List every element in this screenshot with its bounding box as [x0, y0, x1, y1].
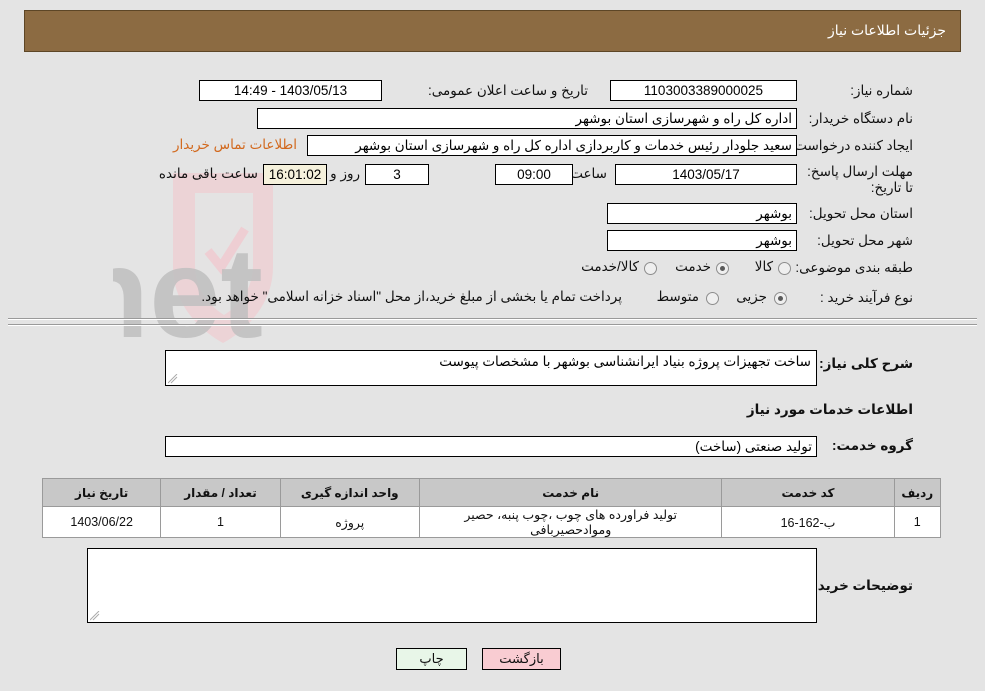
table-header-row: ردیف کد خدمت نام خدمت واحد اندازه گیری ت… [41, 478, 942, 507]
col-qty: تعداد / مقدار [160, 478, 281, 507]
print-button[interactable]: چاپ [396, 648, 467, 670]
service-group-label: گروه خدمت: [831, 438, 913, 453]
category-option-khedmat[interactable]: خدمت [675, 259, 711, 275]
category-label: طبقه بندی موضوعی: [795, 260, 913, 275]
page-root: AriaTender.net جزئیات اطلاعات نیاز شماره… [0, 0, 985, 691]
creator-label: ایجاد کننده درخواست: [790, 138, 913, 153]
need-number-label: شماره نیاز: [850, 83, 913, 98]
col-name: نام خدمت [418, 478, 723, 507]
col-unit: واحد اندازه گیری [279, 478, 420, 507]
creator-value: سعید جلودار رئیس خدمات و کاربردازی اداره… [307, 135, 797, 156]
resize-grip-icon[interactable] [168, 374, 178, 384]
deadline-date-value: 1403/05/17 [615, 164, 797, 185]
time-label: ساعت [570, 166, 607, 181]
back-button[interactable]: بازگشت [482, 648, 561, 670]
cell-name: تولید فراورده های چوب ،چوب پنبه، حصیر وم… [418, 506, 723, 538]
buyer-notes-textarea[interactable] [87, 548, 817, 623]
province-value: بوشهر [607, 203, 797, 224]
cell-row: 1 [893, 506, 942, 538]
announce-label: تاریخ و ساعت اعلان عمومی: [428, 83, 588, 98]
announce-value: 1403/05/13 - 14:49 [199, 80, 382, 101]
city-value: بوشهر [607, 230, 797, 251]
cell-date: 1403/06/22 [41, 506, 162, 538]
cell-unit: پروژه [279, 506, 420, 538]
services-table: ردیف کد خدمت نام خدمت واحد اندازه گیری ت… [41, 478, 942, 538]
category-radio-kala[interactable] [778, 262, 791, 275]
city-label: شهر محل تحویل: [817, 233, 913, 248]
province-label: استان محل تحویل: [808, 206, 913, 221]
process-label: نوع فرآیند خرید : [820, 290, 913, 305]
cell-qty: 1 [160, 506, 281, 538]
window-title-bar: جزئیات اطلاعات نیاز [24, 10, 961, 52]
summary-label: شرح کلی نیاز: [819, 356, 913, 371]
col-row: ردیف [893, 478, 942, 507]
payment-note: پرداخت تمام یا بخشی از مبلغ خرید،از محل … [201, 289, 622, 304]
divider-top-2 [8, 324, 977, 326]
cell-code: ب-162-16 [721, 506, 895, 538]
process-radio-jozei[interactable] [774, 292, 787, 305]
buyer-org-label: نام دستگاه خریدار: [808, 111, 913, 126]
remaining-label: ساعت باقی مانده [158, 166, 258, 181]
category-radio-khedmat[interactable] [716, 262, 729, 275]
category-option-kala-khedmat[interactable]: کالا/خدمت [581, 259, 639, 275]
divider-top [8, 318, 977, 320]
remaining-days-value: 3 [365, 164, 429, 185]
category-radio-kala-khedmat[interactable] [644, 262, 657, 275]
deadline-label: مهلت ارسال پاسخ: تا تاریخ: [807, 164, 913, 195]
summary-value: ساخت تجهیزات پروژه بنیاد ایرانشناسی بوشه… [439, 354, 811, 369]
col-date: تاریخ نیاز [41, 478, 162, 507]
services-section-title: اطلاعات خدمات مورد نیاز [746, 402, 913, 417]
summary-textarea[interactable]: ساخت تجهیزات پروژه بنیاد ایرانشناسی بوشه… [165, 350, 817, 386]
page-title: جزئیات اطلاعات نیاز [827, 22, 946, 38]
deadline-time-value: 09:00 [495, 164, 573, 185]
resize-grip-icon[interactable] [90, 611, 100, 621]
process-option-jozei[interactable]: جزیی [736, 289, 767, 305]
buyer-notes-label: توضیحات خریدار: [800, 578, 913, 593]
buyer-org-value: اداره کل راه و شهرسازی استان بوشهر [257, 108, 797, 129]
countdown-value: 16:01:02 [263, 164, 327, 185]
col-code: کد خدمت [721, 478, 895, 507]
table-row: 1 ب-162-16 تولید فراورده های چوب ،چوب پن… [41, 506, 942, 538]
process-option-motavaset[interactable]: متوسط [657, 289, 699, 305]
category-option-kala[interactable]: کالا [755, 259, 773, 275]
need-number-value: 1103003389000025 [610, 80, 797, 101]
buyer-contact-link[interactable]: اطلاعات تماس خریدار [173, 137, 297, 153]
service-group-value: تولید صنعتی (ساخت) [165, 436, 817, 457]
process-radio-motavaset[interactable] [706, 292, 719, 305]
days-label: روز و [330, 166, 360, 181]
